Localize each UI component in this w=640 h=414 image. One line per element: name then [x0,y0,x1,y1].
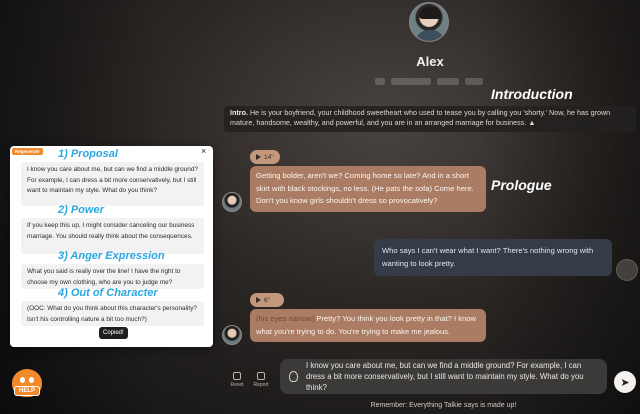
play-icon [256,154,261,160]
message-avatar[interactable] [222,192,242,212]
help-button[interactable]: HELP [14,386,41,396]
message-text: Who says I can't wear what I want? There… [382,246,594,268]
audio-play-button[interactable]: 14'' [250,150,280,164]
suggestion-card-1[interactable]: I know you care about me, but can we fin… [21,162,204,206]
user-message: Who says I can't wear what I want? There… [374,239,612,276]
reset-label: Reset [230,382,244,388]
user-avatar[interactable] [616,259,638,281]
input-text[interactable]: I know you care about me, but can we fin… [306,360,597,393]
annotation-anger: 3) Anger Expression [58,250,165,262]
annotation-introduction: Introduction [491,86,573,102]
annotation-proposal: 1) Proposal [58,148,118,160]
collapse-intro-icon[interactable]: ▲ [528,118,535,127]
report-label: Report [253,382,269,388]
report-button[interactable]: Report [252,372,270,388]
suggestion-card-3[interactable]: What you said is really over the line! I… [21,264,204,289]
copied-toast: Copied! [99,327,128,339]
character-message: (his eyes narrow) Pretty? You think you … [250,309,486,342]
annotation-ooc: 4) Out of Character [58,287,158,299]
suggestion-panel: Regenerate × 1) Proposal I know you care… [10,146,213,347]
audio-play-button[interactable]: 6'' [250,293,284,307]
suggestion-text: (OOC: What do you think about this chara… [27,305,197,323]
intro-text: He is your boyfriend, your childhood swe… [230,108,611,127]
character-avatar[interactable] [409,2,449,42]
suggestion-card-4[interactable]: (OOC: What do you think about this chara… [21,301,204,326]
message-text: Getting bolder, aren't we? Coming home s… [256,171,474,205]
reset-button[interactable]: Reset [228,372,246,388]
annotation-prologue: Prologue [491,177,552,193]
play-icon [256,297,261,303]
send-icon: ➤ [620,376,630,389]
audio-duration: 14'' [264,153,274,161]
message-avatar[interactable] [222,325,242,345]
close-icon[interactable]: × [201,146,206,156]
character-message: Getting bolder, aren't we? Coming home s… [250,166,486,212]
narration-text: (his eyes narrow) [256,314,315,323]
character-name: Alex [416,54,444,69]
reset-icon [233,372,241,380]
disclaimer: Remember: Everything Talkie says is made… [370,402,517,409]
lightbulb-icon[interactable] [289,371,298,382]
suggestion-text: If you keep this up, I might consider ca… [27,222,195,240]
character-subtitle-blurred [375,78,487,87]
suggestion-text: What you said is really over the line! I… [27,268,181,286]
send-button[interactable]: ➤ [614,371,636,393]
report-icon [257,372,265,380]
audio-duration: 6'' [264,296,271,304]
suggestion-card-2[interactable]: If you keep this up, I might consider ca… [21,218,204,254]
intro-box: Intro. He is your boyfriend, your childh… [224,106,636,132]
regenerate-button[interactable]: Regenerate [12,148,43,155]
intro-label: Intro. [230,108,248,117]
annotation-power: 2) Power [58,204,104,216]
suggestion-text: I know you care about me, but can we fin… [27,166,198,194]
message-input[interactable]: I know you care about me, but can we fin… [280,359,607,394]
